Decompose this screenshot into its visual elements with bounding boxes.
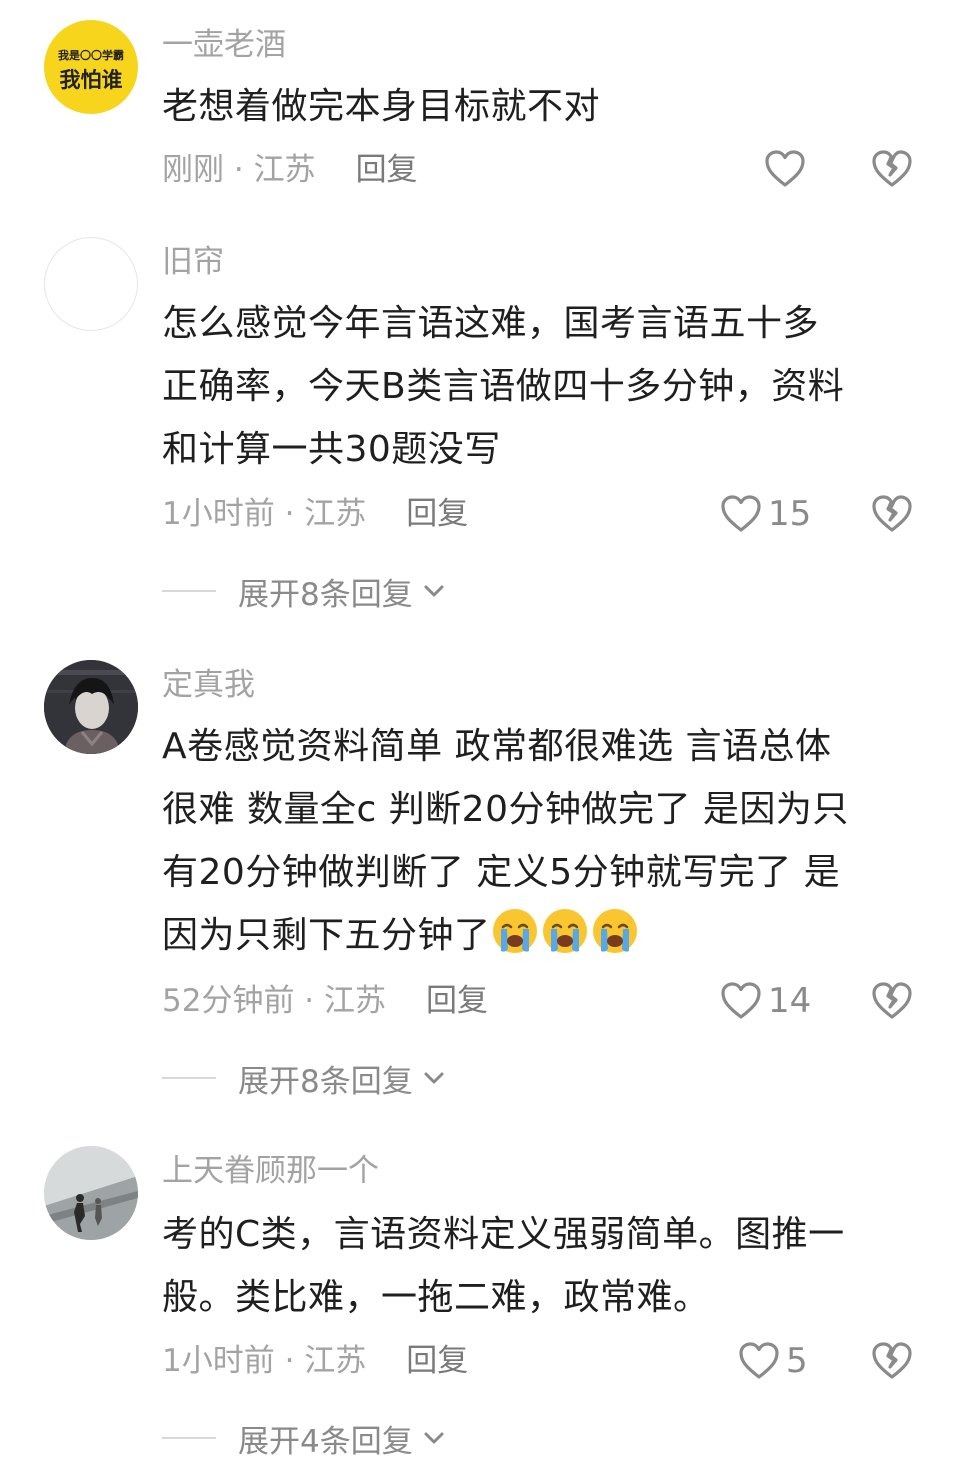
expand-replies-button[interactable]: 展开8条回复: [162, 571, 449, 613]
comment-time: 刚刚: [162, 152, 224, 188]
avatar-caption: 我是〇〇学霸: [58, 49, 124, 62]
comment-text: 怎么感觉今年言语这难，国考言语五十多 正确率，今天B类言语做四十多分钟，资料 和…: [162, 292, 922, 481]
avatar[interactable]: [44, 660, 138, 754]
username[interactable]: 定真我: [162, 665, 255, 705]
heart-outline-icon: [739, 1342, 779, 1379]
heart-outline-icon: [721, 982, 761, 1019]
heart-outline-icon: [721, 495, 761, 532]
crying-face-emoji: [492, 909, 537, 953]
avatar-image: [44, 1146, 138, 1240]
like-count: 15: [768, 494, 812, 534]
comment-location: 江苏: [304, 1343, 367, 1379]
comment-meta: 刚刚 · 江苏 回复: [162, 150, 418, 190]
like-button[interactable]: [764, 147, 812, 191]
comment-meta: 1小时前 · 江苏 回复: [162, 494, 468, 534]
meta-separator: ·: [274, 496, 305, 532]
comment-text-line: 有20分钟做判断了 定义5分钟就写完了 是: [162, 852, 841, 893]
comment-text-line: 怎么感觉今年言语这难，国考言语五十多: [162, 303, 820, 344]
username[interactable]: 上天眷顾那一个: [162, 1151, 379, 1191]
like-button[interactable]: 15: [720, 492, 811, 536]
username[interactable]: 旧帘: [162, 242, 224, 282]
crying-face-emoji: [542, 909, 587, 953]
reply-button[interactable]: 回复: [426, 983, 488, 1019]
crying-face-emoji: [592, 909, 637, 953]
meta-separator: ·: [224, 152, 254, 188]
comment-location: 江苏: [324, 983, 387, 1019]
comment-text-line: A卷感觉资料简单 政常都很难选 言语总体: [162, 726, 832, 767]
expand-replies-button[interactable]: 展开4条回复: [162, 1418, 449, 1460]
expand-replies-label: 展开4条回复: [238, 1423, 413, 1460]
like-count: 14: [768, 981, 812, 1021]
expand-replies-button[interactable]: 展开8条回复: [162, 1058, 449, 1100]
comment-text: 考的C类，言语资料定义强弱简单。图推一 般。类比难，一拖二难，政常难。: [162, 1203, 922, 1329]
expand-replies-label: 展开8条回复: [238, 576, 413, 613]
reply-button[interactable]: 回复: [356, 152, 418, 188]
comment-location: 江苏: [304, 496, 367, 532]
avatar-image: [44, 660, 138, 754]
avatar[interactable]: [44, 237, 138, 331]
avatar[interactable]: 我是〇〇学霸 我怕谁: [44, 20, 138, 114]
broken-heart-icon[interactable]: [870, 147, 914, 191]
expand-divider: [162, 1077, 216, 1079]
comment-time: 1小时前: [162, 1343, 275, 1379]
expand-replies-label: 展开8条回复: [238, 1063, 413, 1100]
chevron-down-icon: [424, 1432, 444, 1444]
comment-time: 1小时前: [162, 496, 275, 532]
comment-text-line: 般。类比难，一拖二难，政常难。: [162, 1277, 710, 1318]
comment-text: A卷感觉资料简单 政常都很难选 言语总体 很难 数量全c 判断20分钟做完了 是…: [162, 715, 922, 967]
meta-separator: ·: [294, 983, 325, 1019]
comment-text-line: 因为只剩下五分钟了: [162, 915, 491, 956]
comment-meta: 1小时前 · 江苏 回复: [162, 1341, 468, 1381]
comment-text-line: 老想着做完本身目标就不对: [162, 86, 601, 127]
comment-meta: 52分钟前 · 江苏 回复: [162, 981, 488, 1021]
avatar[interactable]: [44, 1146, 138, 1240]
expand-divider: [162, 1437, 216, 1439]
broken-heart-icon[interactable]: [870, 1339, 914, 1383]
username[interactable]: 一壶老酒: [162, 25, 286, 65]
reply-button[interactable]: 回复: [406, 1343, 468, 1379]
like-count: 5: [786, 1341, 808, 1381]
comment-text-line-with-emoji: 因为只剩下五分钟了: [162, 904, 922, 967]
comment-location: 江苏: [253, 152, 316, 188]
comment-time: 52分钟前: [162, 983, 295, 1019]
comment-text-line: 考的C类，言语资料定义强弱简单。图推一: [162, 1214, 845, 1255]
comment-text-line: 正确率，今天B类言语做四十多分钟，资料: [162, 366, 845, 407]
avatar-caption: 我怕谁: [59, 68, 123, 92]
heart-outline-icon: [765, 150, 805, 187]
expand-divider: [162, 590, 216, 592]
reply-button[interactable]: 回复: [406, 496, 468, 532]
meta-separator: ·: [274, 1343, 305, 1379]
like-button[interactable]: 5: [738, 1339, 808, 1383]
broken-heart-icon[interactable]: [870, 492, 914, 536]
comment-text: 老想着做完本身目标就不对: [162, 75, 922, 138]
comment-text-line: 和计算一共30题没写: [162, 429, 501, 470]
like-button[interactable]: 14: [720, 979, 811, 1023]
chevron-down-icon: [424, 1072, 444, 1084]
broken-heart-icon[interactable]: [870, 979, 914, 1023]
chevron-down-icon: [424, 585, 444, 597]
comment-text-line: 很难 数量全c 判断20分钟做完了 是因为只: [162, 789, 849, 830]
